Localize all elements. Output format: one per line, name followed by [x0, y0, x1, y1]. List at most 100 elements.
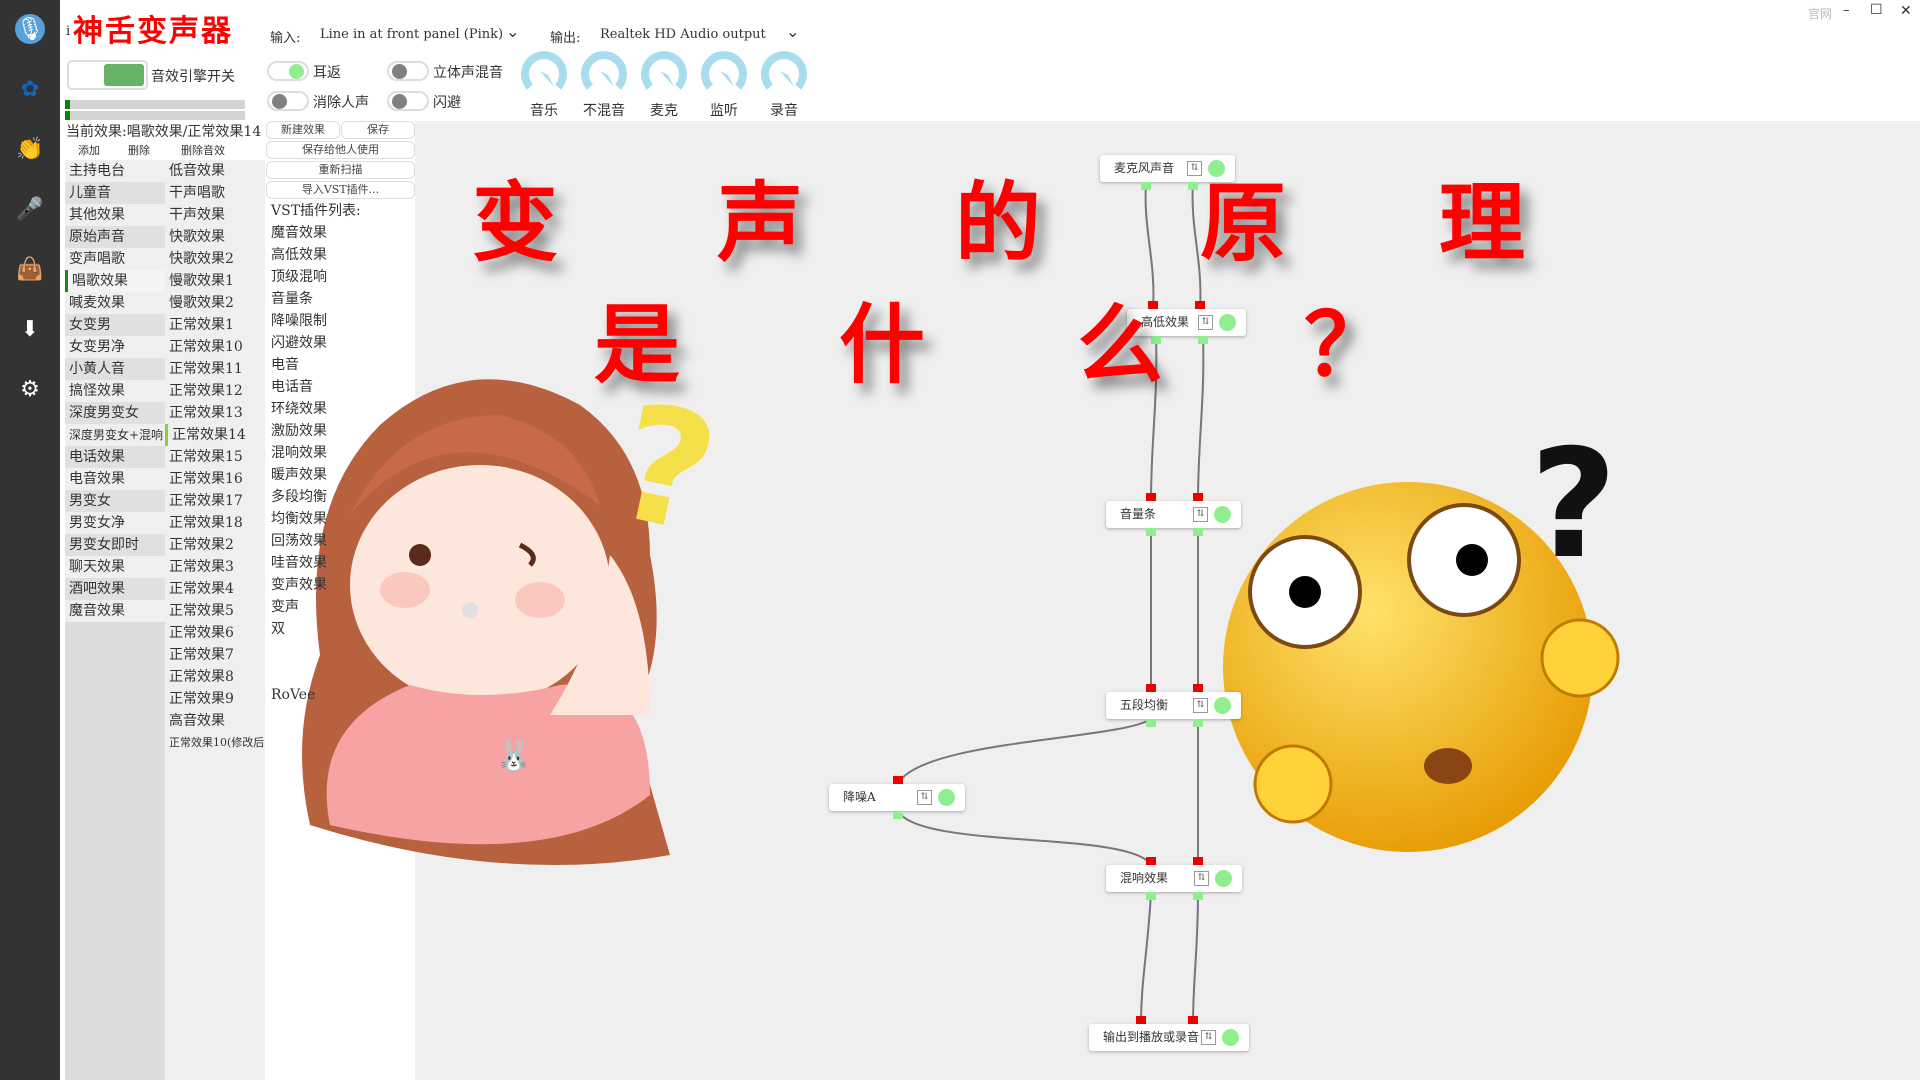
vst-plugin-item[interactable]: 激励效果 [271, 420, 327, 442]
output-port[interactable] [1198, 336, 1208, 344]
preset-item[interactable]: 正常效果13 [165, 402, 265, 424]
output-port[interactable] [893, 811, 903, 819]
output-port[interactable] [1146, 892, 1156, 900]
preset-item[interactable]: 正常效果12 [165, 380, 265, 402]
vst-plugin-item[interactable]: 哇音效果 [271, 552, 327, 574]
vst-plugin-item[interactable]: 暖声效果 [271, 464, 327, 486]
category-item[interactable]: 魔音效果 [65, 600, 165, 622]
preset-item[interactable]: 正常效果10 [165, 336, 265, 358]
vst-plugin-item[interactable]: 降噪限制 [271, 310, 327, 332]
node-enable-dot[interactable] [1222, 1029, 1239, 1046]
flower-icon[interactable]: ✿ [15, 74, 45, 104]
output-port[interactable] [1193, 528, 1203, 536]
toggle-2[interactable] [267, 91, 309, 111]
node-enable-dot[interactable] [938, 789, 955, 806]
vst-plugin-item[interactable]: 魔音效果 [271, 222, 327, 244]
vst-plugin-item[interactable]: 多段均衡 [271, 486, 327, 508]
preset-item[interactable]: 正常效果15 [165, 446, 265, 468]
category-item[interactable]: 唱歌效果 [65, 270, 165, 292]
vst-plugin-item[interactable]: 均衡效果 [271, 508, 327, 530]
preset-item[interactable]: 正常效果16 [165, 468, 265, 490]
toggle-1[interactable] [387, 61, 429, 81]
input-port[interactable] [1193, 493, 1203, 501]
settings-sliders-icon[interactable]: ⇅ [1193, 698, 1208, 713]
download-icon[interactable]: ⬇ [15, 314, 45, 344]
input-port[interactable] [1193, 857, 1203, 865]
vst-plugin-item[interactable]: RoVee [271, 684, 315, 706]
category-item[interactable]: 小黄人音 [65, 358, 165, 380]
vst-plugin-item[interactable]: 顶级混响 [271, 266, 327, 288]
category-item[interactable]: 其他效果 [65, 204, 165, 226]
output-port[interactable] [1141, 182, 1151, 190]
output-port[interactable] [1193, 892, 1203, 900]
preset-item[interactable]: 正常效果5 [165, 600, 265, 622]
category-item[interactable]: 女变男 [65, 314, 165, 336]
input-port[interactable] [1146, 857, 1156, 865]
preset-item[interactable]: 正常效果6 [165, 622, 265, 644]
category-item[interactable]: 酒吧效果 [65, 578, 165, 600]
category-item[interactable]: 女变男净 [65, 336, 165, 358]
input-port[interactable] [1193, 684, 1203, 692]
preset-item[interactable]: 干声唱歌 [165, 182, 265, 204]
category-item[interactable]: 电话效果 [65, 446, 165, 468]
category-item[interactable]: 儿童音 [65, 182, 165, 204]
vst-plugin-item[interactable]: 音量条 [271, 288, 313, 310]
vst-plugin-item[interactable]: 高低效果 [271, 244, 327, 266]
preset-item[interactable]: 正常效果14 [165, 424, 265, 446]
vst-plugin-item[interactable]: 回荡效果 [271, 530, 327, 552]
vst-plugin-item[interactable]: 混响效果 [271, 442, 327, 464]
preset-item[interactable]: 正常效果2 [165, 534, 265, 556]
category-item[interactable]: 男变女净 [65, 512, 165, 534]
vst-plugin-item[interactable]: 环绕效果 [271, 398, 327, 420]
vst-plugin-item[interactable]: 电音 [271, 354, 299, 376]
node-enable-dot[interactable] [1214, 697, 1231, 714]
knob-1[interactable] [581, 50, 627, 96]
vst-plugin-item[interactable]: 闪避效果 [271, 332, 327, 354]
preset-item[interactable]: 正常效果1 [165, 314, 265, 336]
preset-item[interactable]: 慢歌效果1 [165, 270, 265, 292]
vst-plugin-item[interactable]: 变声 [271, 596, 299, 618]
category-item[interactable]: 聊天效果 [65, 556, 165, 578]
category-item[interactable]: 深度男变女 [65, 402, 165, 424]
preset-item[interactable]: 正常效果18 [165, 512, 265, 534]
output-port[interactable] [1146, 719, 1156, 727]
category-item[interactable]: 原始声音 [65, 226, 165, 248]
toggle-0[interactable] [267, 61, 309, 81]
vst-plugin-item[interactable]: 双 [271, 618, 285, 640]
settings-sliders-icon[interactable]: ⇅ [917, 790, 932, 805]
preset-item[interactable]: 正常效果17 [165, 490, 265, 512]
category-item[interactable]: 喊麦效果 [65, 292, 165, 314]
preset-item[interactable]: 正常效果9 [165, 688, 265, 710]
settings-sliders-icon[interactable]: ⇅ [1198, 315, 1213, 330]
microphone-logo-icon[interactable]: 🎙 [15, 14, 45, 44]
vst-plugin-item[interactable]: 变声效果 [271, 574, 327, 596]
knob-3[interactable] [701, 50, 747, 96]
preset-item[interactable]: 低音效果 [165, 160, 265, 182]
node-enable-dot[interactable] [1214, 506, 1231, 523]
clap-icon[interactable]: 👏 [15, 134, 45, 164]
input-port[interactable] [1146, 493, 1156, 501]
category-item[interactable]: 电音效果 [65, 468, 165, 490]
settings-sliders-icon[interactable]: ⇅ [1193, 507, 1208, 522]
preset-item[interactable]: 干声效果 [165, 204, 265, 226]
knob-4[interactable] [761, 50, 807, 96]
preset-item[interactable]: 快歌效果2 [165, 248, 265, 270]
category-item[interactable]: 主持电台 [65, 160, 165, 182]
input-port[interactable] [1195, 301, 1205, 309]
preset-item[interactable]: 正常效果3 [165, 556, 265, 578]
preset-item[interactable]: 正常效果7 [165, 644, 265, 666]
settings-sliders-icon[interactable]: ⇅ [1194, 871, 1209, 886]
preset-item[interactable]: 高音效果 [165, 710, 265, 732]
preset-item[interactable]: 正常效果4 [165, 578, 265, 600]
node-enable-dot[interactable] [1219, 314, 1236, 331]
knob-0[interactable] [521, 50, 567, 96]
preset-item[interactable]: 快歌效果 [165, 226, 265, 248]
output-port[interactable] [1193, 719, 1203, 727]
output-port[interactable] [1146, 528, 1156, 536]
category-item[interactable]: 男变女即时 [65, 534, 165, 556]
category-item[interactable]: 搞怪效果 [65, 380, 165, 402]
preset-item[interactable]: 慢歌效果2 [165, 292, 265, 314]
vst-plugin-item[interactable]: 电话音 [271, 376, 313, 398]
input-port[interactable] [1136, 1016, 1146, 1024]
toggle-3[interactable] [387, 91, 429, 111]
